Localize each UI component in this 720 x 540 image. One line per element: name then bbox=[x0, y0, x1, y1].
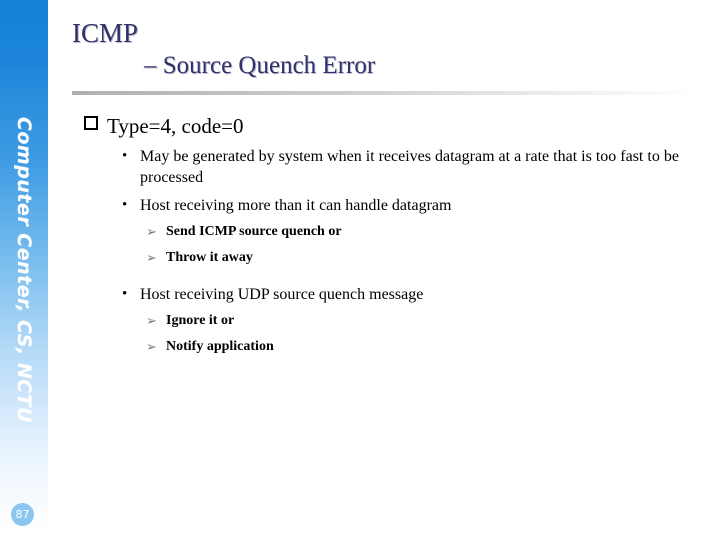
sub-bullet-group: ➢ Ignore it or ➢ Notify application bbox=[84, 311, 700, 357]
sub-bullet-item: ➢ Send ICMP source quench or bbox=[84, 222, 700, 242]
bullet-item-label: May be generated by system when it recei… bbox=[140, 148, 679, 186]
sub-bullet-item: ➢ Notify application bbox=[84, 337, 700, 357]
bullet-item: • Host receiving UDP source quench messa… bbox=[84, 284, 700, 305]
arrow-bullet-icon: ➢ bbox=[146, 339, 157, 354]
hollow-square-bullet-icon bbox=[84, 116, 98, 130]
sub-bullet-item-label: Notify application bbox=[166, 339, 274, 354]
bullet-item-label: Host receiving more than it can handle d… bbox=[140, 197, 452, 214]
content-heading-label: Type=4, code=0 bbox=[107, 114, 244, 138]
title-divider-rule bbox=[72, 91, 702, 95]
sub-bullet-item: ➢ Throw it away bbox=[84, 248, 700, 268]
arrow-bullet-icon: ➢ bbox=[146, 313, 157, 328]
page-number-badge: 87 bbox=[11, 503, 34, 526]
sub-bullet-item-label: Send ICMP source quench or bbox=[166, 224, 342, 239]
sub-bullet-item-label: Ignore it or bbox=[166, 313, 235, 328]
round-bullet-icon: • bbox=[122, 286, 128, 302]
sidebar: Computer Center, CS, NCTU 87 bbox=[0, 0, 48, 540]
slide-body: Type=4, code=0 • May be generated by sys… bbox=[84, 113, 700, 357]
title-line-primary: ICMP bbox=[72, 18, 139, 48]
slide-canvas: Computer Center, CS, NCTU 87 ICMP – Sour… bbox=[0, 0, 720, 540]
round-bullet-icon: • bbox=[122, 197, 128, 213]
bullet-item: • May be generated by system when it rec… bbox=[84, 146, 700, 188]
arrow-bullet-icon: ➢ bbox=[146, 250, 157, 265]
round-bullet-icon: • bbox=[122, 148, 128, 164]
slide-title: ICMP – Source Quench Error bbox=[72, 18, 702, 81]
bullet-item-label: Host receiving UDP source quench message bbox=[140, 286, 424, 303]
title-line-secondary: – Source Quench Error bbox=[144, 52, 376, 79]
sub-bullet-item: ➢ Ignore it or bbox=[84, 311, 700, 331]
sub-bullet-group: ➢ Send ICMP source quench or ➢ Throw it … bbox=[84, 222, 700, 268]
sub-bullet-item-label: Throw it away bbox=[166, 250, 253, 265]
content-heading: Type=4, code=0 bbox=[84, 113, 700, 139]
bullet-item: • Host receiving more than it can handle… bbox=[84, 195, 700, 216]
sidebar-branding-label: Computer Center, CS, NCTU bbox=[13, 116, 35, 424]
arrow-bullet-icon: ➢ bbox=[146, 224, 157, 239]
